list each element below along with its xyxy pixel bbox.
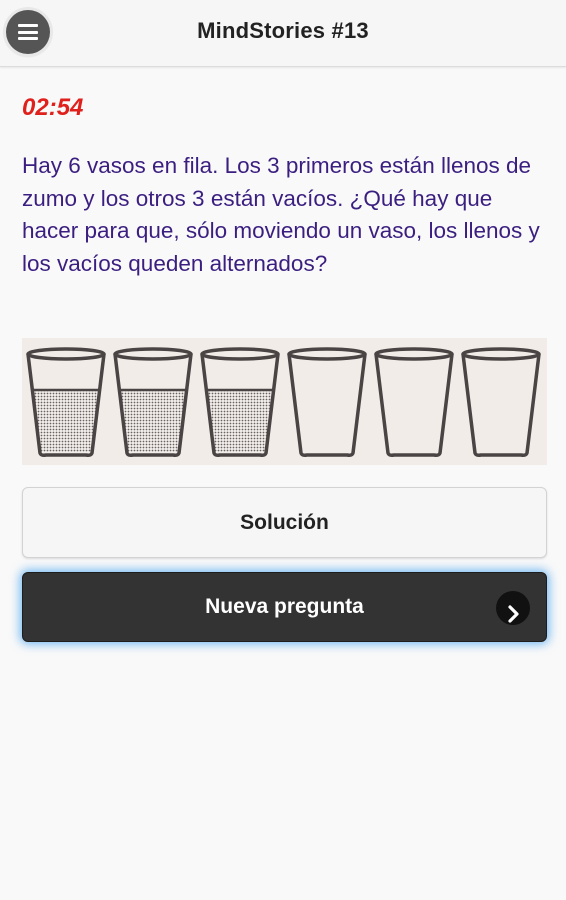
glasses-illustration bbox=[22, 338, 547, 465]
glass-5 bbox=[374, 347, 454, 457]
page-title: MindStories #13 bbox=[197, 18, 369, 43]
glass-3 bbox=[200, 347, 280, 457]
question-text: Hay 6 vasos en fila. Los 3 primeros está… bbox=[22, 153, 540, 276]
glass-1 bbox=[26, 347, 106, 457]
new-question-button[interactable]: Nueva pregunta bbox=[22, 572, 547, 642]
chevron-right-icon bbox=[496, 591, 530, 625]
new-question-label: Nueva pregunta bbox=[205, 595, 364, 618]
glass-2 bbox=[113, 347, 193, 457]
glass-6 bbox=[461, 347, 541, 457]
countdown-timer: 02:54 bbox=[22, 94, 84, 121]
glass-4 bbox=[287, 347, 367, 457]
app-header: MindStories #13 bbox=[0, 0, 566, 67]
glasses-drawing bbox=[26, 347, 541, 457]
solution-button[interactable]: Solución bbox=[22, 487, 547, 558]
